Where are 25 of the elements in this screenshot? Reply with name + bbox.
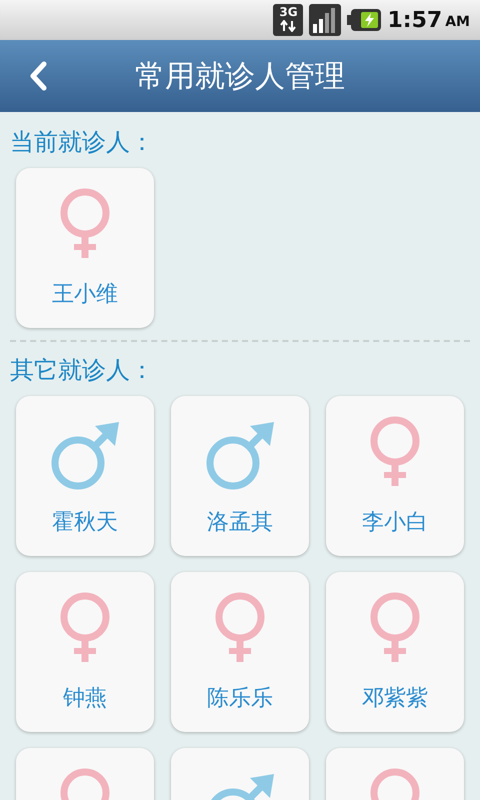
page-title: 常用就诊人管理 bbox=[135, 58, 345, 96]
battery-charging-icon bbox=[347, 8, 382, 32]
patient-name: 霍秋天 bbox=[52, 509, 118, 537]
patient-card[interactable]: 陈乐乐 bbox=[171, 572, 309, 732]
patient-card[interactable]: 王小维 bbox=[16, 168, 154, 328]
patient-name: 陈乐乐 bbox=[207, 685, 273, 713]
male-symbol-icon bbox=[49, 420, 121, 492]
network-icon: 3G bbox=[273, 4, 304, 36]
patient-card[interactable]: 洛孟其 bbox=[171, 396, 309, 556]
patient-name: 邓紫紫 bbox=[362, 685, 428, 713]
male-symbol-icon bbox=[204, 420, 276, 492]
back-chevron-icon bbox=[28, 61, 48, 91]
clock-time: 1:57 bbox=[387, 6, 442, 34]
patient-card[interactable]: 霍秋天 bbox=[16, 396, 154, 556]
patient-card[interactable]: 李小白 bbox=[326, 396, 464, 556]
section-label: 其它就诊人： bbox=[10, 355, 155, 386]
signal-icon bbox=[309, 4, 342, 36]
patient-card[interactable]: 邓紫紫 bbox=[326, 572, 464, 732]
patient-name: 王小维 bbox=[52, 281, 118, 309]
patient-name: 洛孟其 bbox=[207, 509, 273, 537]
patient-card[interactable]: 钟燕 bbox=[16, 572, 154, 732]
patient-name: 钟燕 bbox=[63, 685, 107, 713]
clock-period: AM bbox=[445, 12, 470, 32]
section-label: 当前就诊人： bbox=[10, 127, 155, 158]
patient-name: 李小白 bbox=[362, 509, 428, 537]
